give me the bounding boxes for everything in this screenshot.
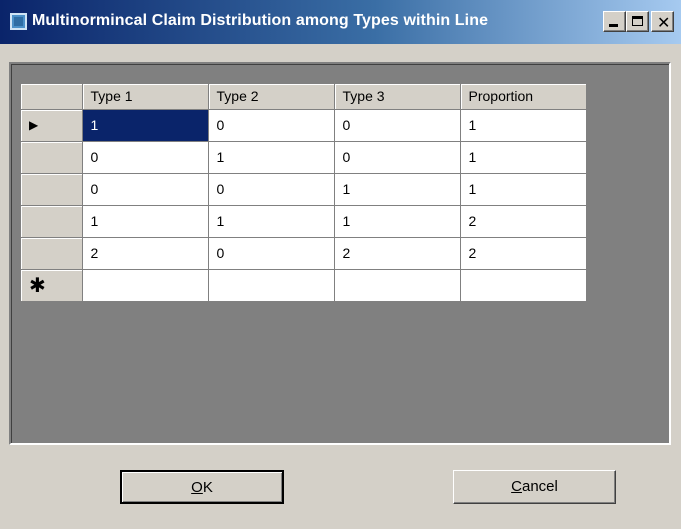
column-header-type-3[interactable]: Type 3	[334, 84, 461, 110]
cell-type-2[interactable]: 0	[208, 173, 335, 206]
data-grid[interactable]: Type 1 Type 2 Type 3 Proportion ▶ 1 0 0 …	[11, 64, 669, 443]
new-cell-proportion[interactable]	[460, 269, 587, 302]
row-header-new[interactable]: ✱	[21, 269, 83, 302]
cell-type-3[interactable]: 0	[334, 109, 461, 142]
ok-button[interactable]: OK	[120, 470, 284, 504]
app-icon[interactable]	[10, 13, 27, 30]
cell-proportion[interactable]: 2	[460, 237, 587, 270]
new-cell-type-1[interactable]	[82, 269, 209, 302]
cell-type-1[interactable]: 0	[82, 173, 209, 206]
table-row: 1 1 1 2	[21, 205, 587, 238]
cell-type-1[interactable]: 1	[82, 205, 209, 238]
cell-proportion[interactable]: 1	[460, 109, 587, 142]
row-header-current[interactable]: ▶	[21, 109, 83, 142]
new-row: ✱	[21, 269, 587, 302]
new-cell-type-3[interactable]	[334, 269, 461, 302]
grid-table: Type 1 Type 2 Type 3 Proportion ▶ 1 0 0 …	[21, 84, 587, 302]
window-title: Multinormincal Claim Distribution among …	[32, 12, 489, 29]
maximize-icon	[632, 16, 643, 26]
table-row: ▶ 1 0 0 1	[21, 109, 587, 142]
new-row-star-icon: ✱	[29, 273, 46, 297]
table-row: 0 0 1 1	[21, 173, 587, 206]
cell-type-1[interactable]: 2	[82, 237, 209, 270]
table-row: 0 1 0 1	[21, 141, 587, 174]
cell-type-3[interactable]: 0	[334, 141, 461, 174]
header-row: Type 1 Type 2 Type 3 Proportion	[21, 84, 587, 110]
title-bar[interactable]: Multinormincal Claim Distribution among …	[0, 0, 681, 44]
row-header[interactable]	[21, 173, 83, 206]
cell-proportion[interactable]: 1	[460, 141, 587, 174]
cell-type-2[interactable]: 0	[208, 109, 335, 142]
new-cell-type-2[interactable]	[208, 269, 335, 302]
cell-type-3[interactable]: 1	[334, 173, 461, 206]
cell-proportion[interactable]: 2	[460, 205, 587, 238]
dialog-window: Multinormincal Claim Distribution among …	[0, 0, 681, 529]
row-header[interactable]	[21, 205, 83, 238]
maximize-button[interactable]	[626, 11, 649, 32]
cancel-mnemonic: C	[511, 478, 522, 495]
minimize-button[interactable]	[603, 11, 626, 32]
cancel-label-rest: ancel	[521, 478, 558, 495]
close-button[interactable]: ✕	[651, 11, 674, 32]
cell-type-1[interactable]: 1	[82, 109, 209, 142]
cancel-button[interactable]: Cancel	[453, 470, 616, 504]
row-header[interactable]	[21, 141, 83, 174]
row-header[interactable]	[21, 237, 83, 270]
cell-type-1[interactable]: 0	[82, 141, 209, 174]
grid-corner-header[interactable]	[21, 84, 83, 110]
cell-type-2[interactable]: 1	[208, 205, 335, 238]
column-header-type-2[interactable]: Type 2	[208, 84, 335, 110]
ok-label-rest: K	[202, 479, 213, 496]
cell-type-3[interactable]: 1	[334, 205, 461, 238]
cell-type-2[interactable]: 1	[208, 141, 335, 174]
cell-type-2[interactable]: 0	[208, 237, 335, 270]
close-icon: ✕	[657, 13, 671, 32]
ok-mnemonic: O	[191, 479, 203, 496]
column-header-type-1[interactable]: Type 1	[82, 84, 209, 110]
minimize-icon	[609, 24, 618, 27]
current-row-arrow-icon: ▶	[29, 118, 39, 132]
cell-proportion[interactable]: 1	[460, 173, 587, 206]
cell-type-3[interactable]: 2	[334, 237, 461, 270]
column-header-proportion[interactable]: Proportion	[460, 84, 587, 110]
table-row: 2 0 2 2	[21, 237, 587, 270]
